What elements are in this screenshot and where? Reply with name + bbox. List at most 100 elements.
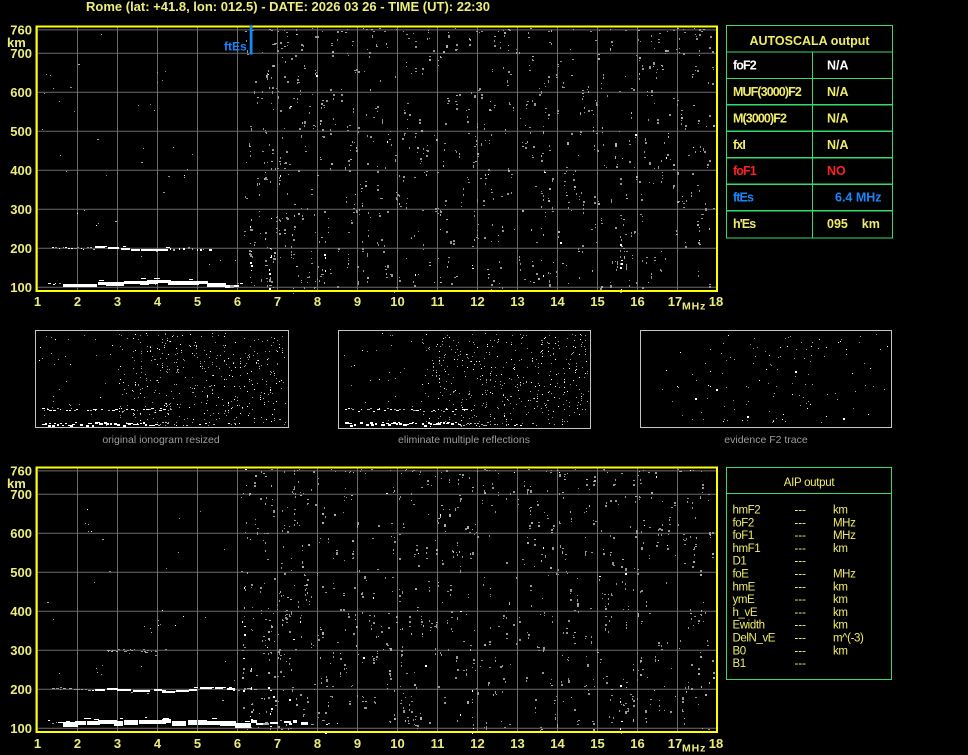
svg-text:---: --- [795, 645, 807, 657]
svg-text:foE: foE [733, 569, 750, 581]
svg-text:ftEs: ftEs [733, 191, 754, 205]
svg-text:200: 200 [10, 682, 32, 697]
svg-text:1: 1 [34, 294, 41, 309]
svg-text:3: 3 [114, 736, 121, 751]
svg-text:12: 12 [470, 294, 484, 309]
svg-text:---: --- [795, 581, 807, 593]
svg-text:12: 12 [470, 736, 484, 751]
svg-text:400: 400 [10, 163, 32, 178]
svg-text:N/A: N/A [827, 111, 849, 125]
svg-text:---: --- [795, 658, 807, 670]
svg-text:9: 9 [354, 736, 361, 751]
svg-text:---: --- [795, 569, 807, 581]
svg-text:200: 200 [10, 241, 32, 256]
svg-text:6: 6 [234, 736, 241, 751]
svg-text:6.4 MHz: 6.4 MHz [835, 191, 882, 205]
svg-text:17: 17 [668, 736, 682, 751]
svg-text:h_vE: h_vE [733, 607, 758, 619]
svg-text:---: --- [795, 556, 807, 568]
svg-text:B0: B0 [733, 645, 746, 657]
svg-text:15: 15 [590, 736, 604, 751]
svg-text:7: 7 [274, 294, 281, 309]
svg-text:400: 400 [10, 604, 32, 619]
svg-text:N/A: N/A [827, 85, 849, 99]
svg-text:foF1: foF1 [733, 530, 754, 542]
svg-text:4: 4 [154, 736, 162, 751]
svg-text:fxI: fxI [733, 138, 745, 152]
svg-text:2: 2 [74, 736, 81, 751]
svg-text:km: km [7, 35, 26, 50]
svg-text:AUTOSCALA output: AUTOSCALA output [749, 34, 870, 48]
svg-text:8: 8 [314, 294, 321, 309]
svg-text:5: 5 [194, 736, 201, 751]
svg-text:500: 500 [10, 565, 32, 580]
svg-text:1: 1 [34, 736, 41, 751]
svg-text:km: km [833, 607, 848, 619]
svg-text:Rome (lat: +41.8, lon: 012.5): Rome (lat: +41.8, lon: 012.5) - DATE: 20… [86, 0, 490, 14]
svg-text:km: km [833, 645, 848, 657]
svg-text:hmF2: hmF2 [733, 505, 761, 517]
svg-text:eliminate multiple reflections: eliminate multiple reflections [398, 434, 530, 446]
svg-text:---: --- [795, 594, 807, 606]
svg-text:11: 11 [431, 736, 445, 751]
svg-text:18: 18 [709, 294, 723, 309]
svg-text:MHz: MHz [682, 743, 706, 755]
svg-text:600: 600 [10, 526, 32, 541]
svg-text:original ionogram resized: original ionogram resized [102, 434, 219, 446]
svg-text:N/A: N/A [827, 58, 849, 72]
svg-text:300: 300 [10, 202, 32, 217]
svg-text:evidence F2 trace: evidence F2 trace [724, 434, 808, 446]
svg-text:ymE: ymE [733, 594, 756, 606]
svg-text:5: 5 [194, 294, 201, 309]
svg-text:DelN_vE: DelN_vE [733, 633, 776, 645]
svg-text:---: --- [795, 530, 807, 542]
svg-text:10: 10 [390, 294, 404, 309]
svg-text:17: 17 [668, 294, 682, 309]
svg-text:hmE: hmE [733, 581, 756, 593]
svg-text:14: 14 [550, 736, 565, 751]
svg-text:9: 9 [354, 294, 361, 309]
svg-text:---: --- [795, 543, 807, 555]
svg-text:foF1: foF1 [733, 164, 757, 178]
svg-text:6: 6 [234, 294, 241, 309]
svg-text:14: 14 [550, 294, 565, 309]
svg-text:100: 100 [10, 280, 32, 295]
svg-text:4: 4 [154, 294, 162, 309]
svg-text:600: 600 [10, 85, 32, 100]
svg-text:Ewidth: Ewidth [733, 620, 765, 632]
svg-text:hmF1: hmF1 [733, 543, 761, 555]
svg-text:---: --- [795, 607, 807, 619]
svg-text:MUF(3000)F2: MUF(3000)F2 [733, 85, 802, 99]
svg-text:foF2: foF2 [733, 517, 754, 529]
svg-text:MHz: MHz [833, 530, 856, 542]
svg-text:B1: B1 [733, 658, 746, 670]
svg-text:---: --- [795, 517, 807, 529]
svg-text:13: 13 [510, 736, 524, 751]
svg-text:km: km [833, 543, 848, 555]
svg-text:m^(-3): m^(-3) [833, 633, 864, 645]
svg-text:---: --- [795, 505, 807, 517]
svg-text:ftEs: ftEs [224, 40, 247, 54]
svg-text:2: 2 [74, 294, 81, 309]
svg-text:---: --- [795, 620, 807, 632]
svg-text:16: 16 [630, 294, 644, 309]
svg-text:500: 500 [10, 124, 32, 139]
svg-text:MHz: MHz [833, 517, 856, 529]
svg-text:18: 18 [709, 736, 723, 751]
svg-text:300: 300 [10, 643, 32, 658]
svg-text:MHz: MHz [682, 301, 706, 313]
svg-text:13: 13 [510, 294, 524, 309]
svg-text:3: 3 [114, 294, 121, 309]
svg-text:km: km [833, 620, 848, 632]
svg-text:MHz: MHz [833, 569, 856, 581]
svg-text:16: 16 [630, 736, 644, 751]
svg-text:D1: D1 [733, 556, 747, 568]
svg-text:km: km [7, 476, 26, 491]
svg-text:7: 7 [274, 736, 281, 751]
svg-text:---: --- [795, 633, 807, 645]
svg-text:15: 15 [590, 294, 604, 309]
svg-text:h'Es: h'Es [733, 217, 756, 231]
svg-text:km: km [833, 581, 848, 593]
svg-text:NO: NO [827, 164, 846, 178]
svg-text:AIP output: AIP output [784, 477, 836, 489]
